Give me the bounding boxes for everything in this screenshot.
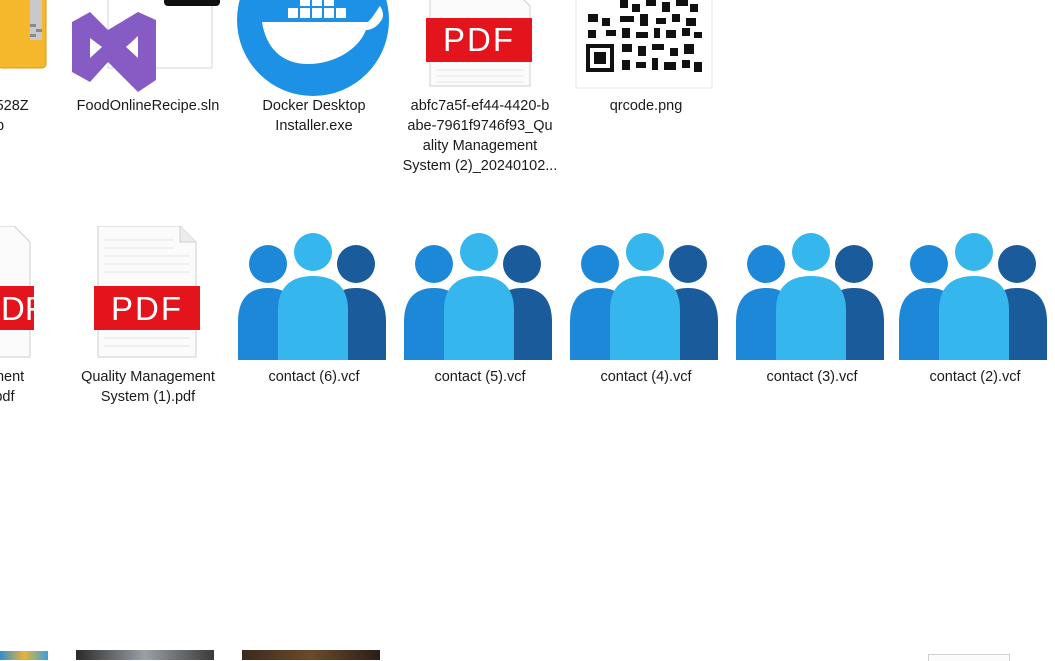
pdf-document-icon: PDF xyxy=(68,226,228,361)
thumbnail-partial-1[interactable] xyxy=(0,651,48,660)
pdf-badge-text: PDF xyxy=(111,290,183,327)
contact-card-icon xyxy=(732,230,892,362)
contact-card-icon xyxy=(400,230,560,362)
contact-card-icon xyxy=(234,230,394,362)
thumbnail-partial-3[interactable] xyxy=(242,650,380,660)
file-label: contact (2).vcf xyxy=(929,369,1021,385)
docker-whale-icon xyxy=(234,0,394,100)
visual-studio-solution-icon xyxy=(68,0,228,100)
file-label: Docker Desktop Installer.exe xyxy=(262,98,366,134)
file-label: qrcode.png xyxy=(609,98,683,114)
pdf-badge-text: PDF xyxy=(443,21,515,58)
file-label: FoodOnlineRecipe.sln xyxy=(76,98,220,114)
contact-card-icon xyxy=(566,230,726,362)
file-label: contact (3).vcf xyxy=(766,369,858,385)
file-label: contact (5).vcf xyxy=(434,369,526,385)
file-label: contact (6).vcf xyxy=(268,369,360,385)
pdf-badge-text: PDF xyxy=(0,290,45,327)
qr-code-image-icon xyxy=(566,0,726,100)
contact-card-icon xyxy=(895,230,1055,362)
file-label: Quality Management System (1).pdf xyxy=(81,369,215,405)
pdf-document-icon: PDF xyxy=(400,0,560,100)
thumbnail-partial-2[interactable] xyxy=(76,650,214,660)
file-label: contact (4).vcf xyxy=(600,369,692,385)
file-label: abfc7a5f-ef44-4420-b abe-7961f9746f93_Qu… xyxy=(402,98,558,174)
